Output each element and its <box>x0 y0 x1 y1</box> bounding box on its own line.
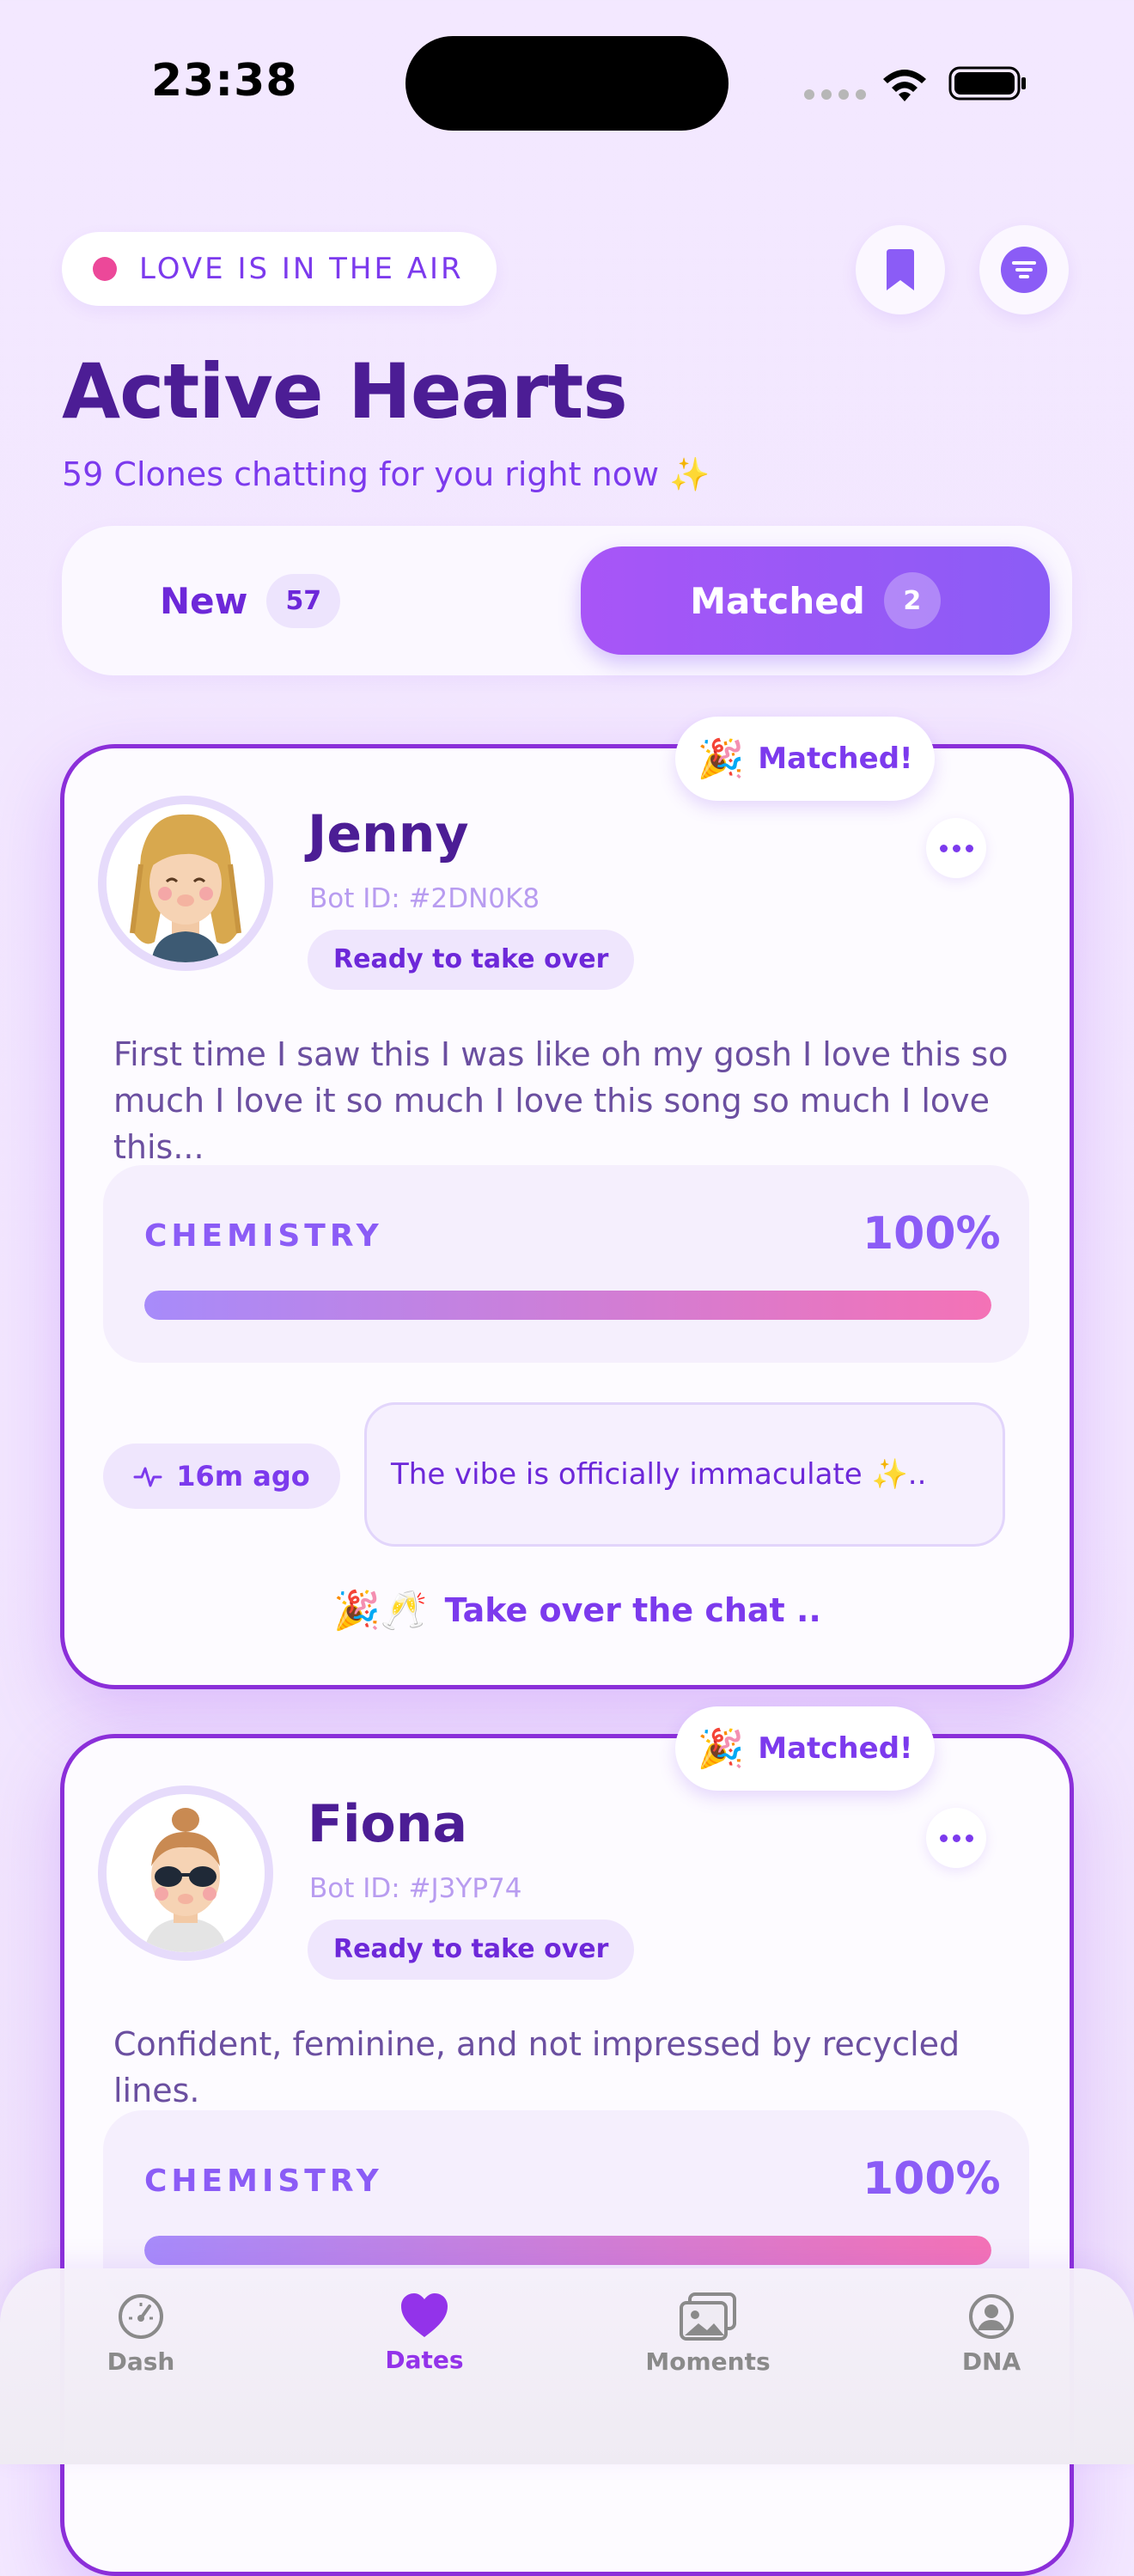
matched-badge-label: Matched! <box>758 1731 913 1766</box>
avatar[interactable] <box>98 796 273 971</box>
party-popper-icon: 🎉 <box>697 1727 745 1771</box>
match-description: Confident, feminine, and not impressed b… <box>113 2025 960 2109</box>
chemistry-label: CHEMISTRY <box>144 1218 383 1254</box>
status-badge: Ready to take over <box>308 1920 635 1980</box>
tab-new-label: New <box>160 580 248 622</box>
dynamic-island <box>405 36 729 131</box>
chemistry-bar-fill <box>144 1291 991 1320</box>
mood-tag-label: LOVE IS IN THE AIR <box>139 252 464 286</box>
chemistry-value: 100% <box>863 2153 1001 2205</box>
chemistry-bar <box>144 1291 991 1320</box>
tab-matched[interactable]: Matched 2 <box>581 546 1050 655</box>
page-subtitle: 59 Clones chatting for you right now ✨ <box>62 455 710 493</box>
last-message-text: The vibe is officially immaculate ✨.. <box>391 1457 927 1492</box>
tab-dates-label: Dates <box>385 2346 464 2374</box>
filter-button[interactable] <box>979 225 1069 314</box>
more-options-button[interactable] <box>926 818 986 878</box>
filter-icon <box>1001 247 1047 293</box>
tab-matched-label: Matched <box>690 579 865 622</box>
tab-moments[interactable]: Moments <box>622 2292 794 2376</box>
last-message-bubble: The vibe is officially immaculate ✨.. <box>364 1402 1005 1547</box>
tab-dates[interactable]: Dates <box>338 2292 510 2374</box>
celebration-icon: 🎉🥂 <box>333 1589 428 1633</box>
avatar-jenny-image <box>107 804 265 962</box>
match-name: Jenny <box>308 804 469 864</box>
chemistry-label: CHEMISTRY <box>144 2164 383 2199</box>
match-description: First time I saw this I was like oh my g… <box>113 1035 1009 1166</box>
chemistry-panel <box>103 1165 1029 1363</box>
profile-icon <box>969 2294 1014 2339</box>
status-time: 23:38 <box>151 55 298 107</box>
matched-badge: 🎉 Matched! <box>675 717 935 801</box>
avatar-fiona-image <box>107 1794 265 1952</box>
tab-matched-count: 2 <box>883 572 941 629</box>
match-name: Fiona <box>308 1794 467 1854</box>
bookmark-icon <box>887 249 914 290</box>
tab-dash-label: Dash <box>107 2347 175 2376</box>
gauge-icon <box>119 2294 163 2339</box>
avatar[interactable] <box>98 1785 273 1961</box>
bot-id: Bot ID: #2DN0K8 <box>309 883 540 914</box>
matched-badge: 🎉 Matched! <box>675 1706 935 1791</box>
bot-id: Bot ID: #J3YP74 <box>309 1873 522 1904</box>
tab-dash[interactable]: Dash <box>55 2292 227 2376</box>
page-title: Active Hearts <box>62 347 628 436</box>
tab-dna-label: DNA <box>961 2347 1021 2376</box>
photos-icon <box>680 2292 736 2341</box>
chemistry-bar <box>144 2236 991 2265</box>
activity-pulse-icon <box>133 1467 162 1487</box>
tab-new[interactable]: New 57 <box>160 574 341 628</box>
take-over-chat-label: Take over the chat .. <box>444 1591 821 1629</box>
more-options-button[interactable] <box>926 1808 986 1868</box>
tab-moments-label: Moments <box>645 2347 771 2376</box>
status-dot <box>93 257 117 281</box>
matched-badge-label: Matched! <box>758 742 913 776</box>
tab-new-count: 57 <box>266 574 341 628</box>
party-popper-icon: 🎉 <box>697 737 745 781</box>
chemistry-value: 100% <box>863 1208 1001 1260</box>
tab-dna[interactable]: DNA <box>905 2292 1077 2376</box>
signal-dots-icon <box>804 89 866 100</box>
status-badge: Ready to take over <box>308 930 635 990</box>
bookmark-button[interactable] <box>856 225 945 314</box>
heart-icon <box>401 2293 448 2337</box>
chemistry-bar-fill <box>144 2236 991 2265</box>
mood-tag: LOVE IS IN THE AIR <box>62 232 497 306</box>
take-over-chat-button[interactable]: 🎉🥂 Take over the chat .. <box>333 1588 821 1633</box>
battery-icon <box>948 66 1026 101</box>
last-active-label: 16m ago <box>176 1460 310 1492</box>
last-active-badge: 16m ago <box>103 1444 340 1509</box>
wifi-icon <box>883 70 926 101</box>
